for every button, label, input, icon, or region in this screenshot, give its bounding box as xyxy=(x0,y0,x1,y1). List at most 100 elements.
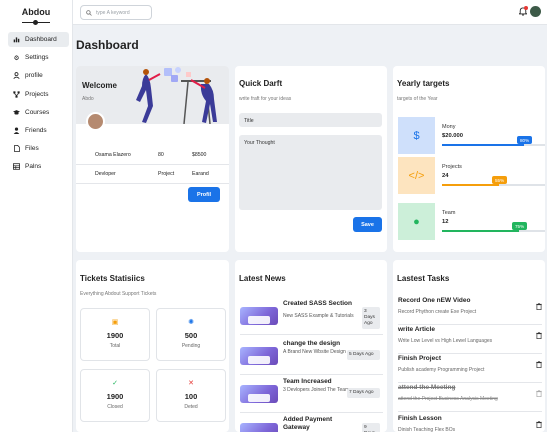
divider xyxy=(240,334,383,335)
profile-button[interactable]: Profil xyxy=(188,187,220,202)
search-icon xyxy=(86,9,92,16)
ticket-count: 100 xyxy=(184,392,198,401)
news-title: change the design xyxy=(283,340,341,347)
stat-cell: Devloper xyxy=(95,171,116,177)
news-item[interactable]: Team Increased 3 Devlopers Joined The Tea… xyxy=(240,378,383,408)
sidebar-item-files[interactable]: Files xyxy=(8,141,69,156)
task-description: attend the Project Business Analysis Mee… xyxy=(398,396,498,402)
task-description: Record Phython create Exe Project xyxy=(398,309,477,315)
sidebar-item-settings[interactable]: ⚙ Settings xyxy=(8,50,69,65)
sidebar-item-friends[interactable]: Friends xyxy=(8,123,69,138)
draft-thought-textarea[interactable]: Your Thought xyxy=(239,135,382,210)
task-item[interactable]: Finish Project Publish academy Programmin… xyxy=(398,355,542,383)
page-title: Dashboard xyxy=(76,38,139,52)
card-subtitle: targets of the Year xyxy=(397,96,438,102)
sidebar-item-label: profile xyxy=(25,72,43,80)
welcome-name: Abdo xyxy=(82,96,94,102)
news-description: New SASS Example & Tutorials xyxy=(283,313,354,319)
stat-cell: $8500 xyxy=(192,152,207,158)
tickets-card: Tickets Statisiics Everything Abdout Sup… xyxy=(76,260,229,432)
task-item[interactable]: attend the Meeting attend the Project Bus… xyxy=(398,384,542,412)
ticket-label: Pending xyxy=(181,343,201,349)
trash-icon[interactable] xyxy=(536,361,542,370)
latest-news-card: Latest News Created SASS Section New SASS… xyxy=(235,260,387,432)
yearly-targets-card: Yearly targets targets of the Year $ Mony… xyxy=(393,66,545,252)
ticket-count: 500 xyxy=(184,331,198,340)
task-description: Write Low Level vs High Lewel Languages xyxy=(398,338,493,344)
ticket-stat-box: ✕ 100 Deted xyxy=(156,369,226,422)
welcome-stats-row: Devloper Project Earand xyxy=(76,167,229,181)
target-label: Projects xyxy=(442,164,462,170)
task-item[interactable]: write Article Write Low Level vs High Lew… xyxy=(398,326,542,354)
close-icon: ✕ xyxy=(188,380,194,387)
ticket-label: Deted xyxy=(184,404,198,410)
sidebar-item-label: Settings xyxy=(25,54,49,62)
sidebar-item-label: Projects xyxy=(25,90,49,98)
trash-icon[interactable] xyxy=(536,332,542,341)
progress-badge: 80% xyxy=(517,136,533,144)
file-icon xyxy=(13,145,20,153)
card-subtitle: write fraft for your ideas xyxy=(239,96,292,102)
welcome-stats: Osama Elazero 80 $8500 Devloper Project … xyxy=(76,148,229,186)
news-title: Team Increased xyxy=(283,378,332,385)
avatar[interactable] xyxy=(530,6,541,17)
brand-divider xyxy=(22,20,50,25)
draft-title-input[interactable]: Title xyxy=(239,113,382,127)
quick-draft-card: Quick Darft write fraft for your ideas T… xyxy=(235,66,387,252)
divider xyxy=(240,412,383,413)
sidebar-item-profile[interactable]: profile xyxy=(8,68,69,83)
user-icon: ● xyxy=(398,203,435,240)
sidebar-item-projects[interactable]: Projects xyxy=(8,87,69,102)
divider xyxy=(76,183,229,184)
progress-track xyxy=(442,144,545,146)
ticket-stat-box: ▣ 1900 Total xyxy=(80,308,150,361)
stat-cell: Osama Elazero xyxy=(95,152,131,158)
brand-name: Abdou xyxy=(21,7,51,17)
trash-icon[interactable] xyxy=(536,303,542,312)
news-item[interactable]: Added Payment Gateway 9 Days Ago xyxy=(240,416,383,432)
gear-icon: ⚙ xyxy=(13,54,20,62)
welcome-title: Welcome xyxy=(82,81,117,90)
top-bar: type A keyword xyxy=(73,0,547,25)
ticket-count: 1900 xyxy=(106,331,124,340)
news-item[interactable]: change the design A Brand New Wbsite Desi… xyxy=(240,340,383,370)
search-input[interactable]: type A keyword xyxy=(80,5,152,20)
task-item[interactable]: Finish Lesson Dinish Teaching Flex BOs xyxy=(398,415,542,432)
divider xyxy=(398,411,542,412)
dollar-icon: $ xyxy=(398,117,435,154)
task-title: Finish Project xyxy=(398,355,441,362)
ticket-label: Closed xyxy=(107,404,123,410)
progress-fill xyxy=(442,144,524,146)
divider xyxy=(76,164,229,165)
users-icon xyxy=(13,127,20,134)
stat-cell: Project xyxy=(158,171,175,177)
target-projects: </> Projects 24 55% xyxy=(398,157,545,194)
news-date: 5 Days Ago xyxy=(347,350,380,360)
news-thumbnail xyxy=(240,385,278,403)
trash-icon[interactable] xyxy=(536,421,542,430)
news-date: 9 Days Ago xyxy=(362,423,380,432)
stat-cell: 80 xyxy=(158,152,164,158)
avatar xyxy=(86,112,105,131)
target-label: Team xyxy=(442,210,456,216)
save-button[interactable]: Save xyxy=(353,217,382,232)
sidebar-item-palns[interactable]: Palns xyxy=(8,159,69,174)
task-item[interactable]: Record One nEW Video Record Phython creat… xyxy=(398,297,542,325)
news-item[interactable]: Created SASS Section New SASS Example & T… xyxy=(240,300,383,330)
news-thumbnail xyxy=(240,423,278,432)
news-date: 3 Days Ago xyxy=(362,307,380,329)
card-title: Tickets Statisiics xyxy=(80,274,145,283)
sidebar-item-label: Palns xyxy=(25,163,42,171)
sidebar-item-label: Dashboard xyxy=(25,36,57,43)
card-title: Yearly targets xyxy=(397,79,450,88)
progress-badge: 75% xyxy=(512,222,528,230)
sidebar-item-dashboard[interactable]: Dashboard xyxy=(8,32,69,47)
trash-icon[interactable] xyxy=(536,390,542,399)
user-icon xyxy=(13,72,20,80)
sidebar-item-courses[interactable]: Courses xyxy=(8,105,69,120)
target-value: $20.000 xyxy=(442,133,463,139)
news-description: A Brand New Wbsite Design xyxy=(283,349,346,355)
divider xyxy=(398,353,542,354)
card-title: Latest News xyxy=(239,274,286,283)
progress-track xyxy=(442,230,545,232)
